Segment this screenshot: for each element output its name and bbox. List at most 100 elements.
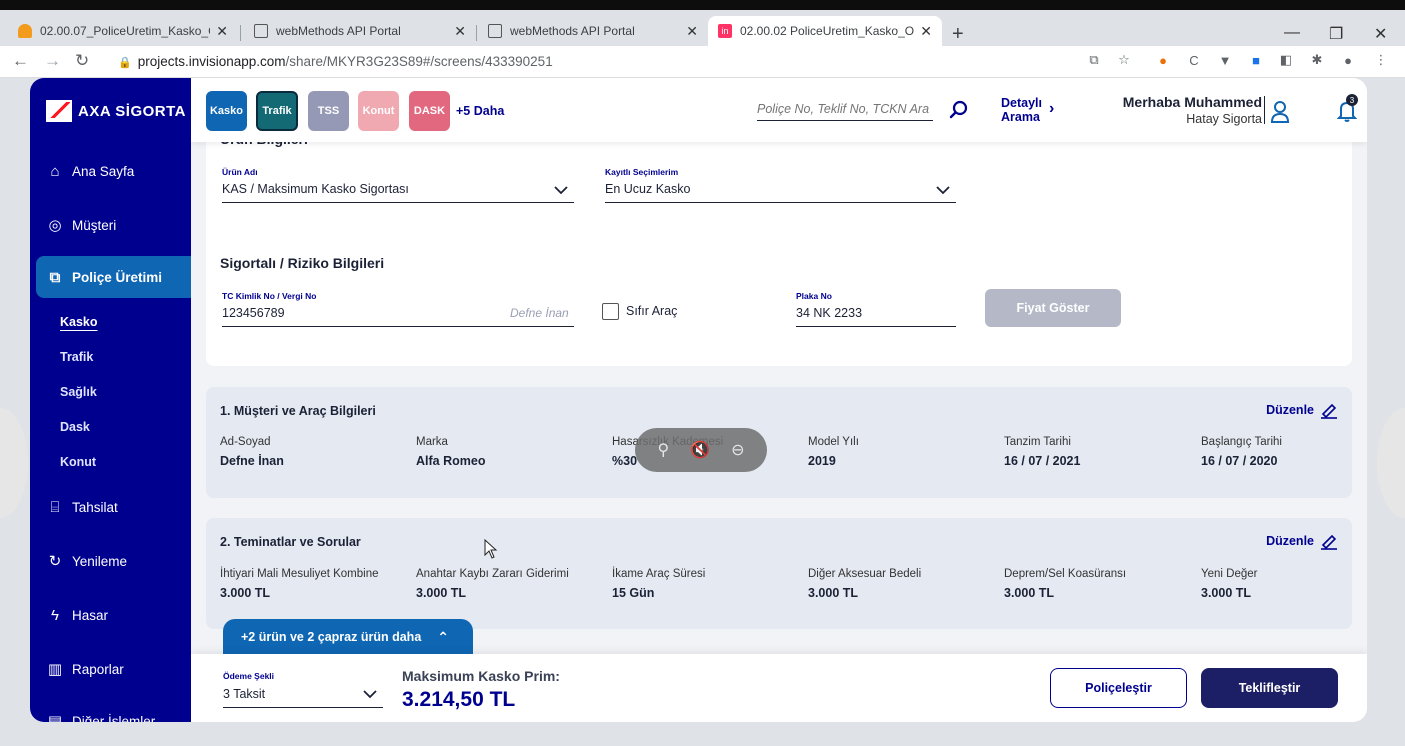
extension-icon[interactable]: ◧ (1278, 52, 1294, 68)
next-screen-edge[interactable] (1377, 408, 1405, 518)
browser-tab-2[interactable]: webMethods API Portal ✕ (244, 16, 476, 46)
puzzle-icon[interactable]: ✱ (1309, 52, 1325, 68)
sidebar-item-yenileme[interactable]: ↻ Yenileme ⌄ (46, 552, 206, 570)
user-icon[interactable] (1270, 100, 1290, 124)
menu-icon[interactable]: ⋮ (1373, 52, 1389, 68)
restore-icon[interactable]: ❐ (1329, 24, 1343, 44)
prev-screen-edge[interactable] (0, 408, 28, 518)
minus-circle-icon[interactable]: ⊖ (731, 440, 744, 460)
product-chip-dask[interactable]: DASK (409, 91, 450, 131)
plaka-input[interactable]: 34 NK 2233 (796, 306, 862, 320)
chevron-down-icon[interactable] (363, 689, 377, 699)
browser-tab-3[interactable]: webMethods API Portal ✕ (478, 16, 708, 46)
chevron-down-icon[interactable] (554, 185, 568, 195)
edit-coverages-button[interactable]: Düzenle (1266, 532, 1338, 550)
minimize-icon[interactable]: — (1284, 24, 1300, 42)
sidebar-item-police-uretimi[interactable]: ⧉ Poliçe Üretimi ⌃ (46, 268, 200, 286)
prototype-toolbar: ⚲ 🔇 ⊖ (635, 428, 767, 472)
star-icon[interactable]: ☆ (1116, 52, 1132, 68)
product-chip-tss[interactable]: TSS (308, 91, 349, 131)
premium-value: 3.214,50 TL (402, 688, 516, 711)
kayitli-select[interactable]: En Ucuz Kasko (605, 182, 690, 196)
odeme-select[interactable]: 3 Taksit (223, 687, 265, 701)
extension-icon[interactable]: C (1186, 52, 1202, 68)
field-ad-soyad: Ad-Soyad Defne İnan (220, 436, 284, 468)
sidebar-subitem-saglik[interactable]: Sağlık (60, 385, 97, 399)
field-underline (222, 202, 574, 203)
coverages-title: 2. Teminatlar ve Sorular (220, 535, 361, 549)
close-icon[interactable]: ✕ (686, 23, 698, 40)
product-card: Ürün Bilgileri Ürün Adı KAS / Maksimum K… (206, 131, 1352, 366)
sidebar-subitem-konut[interactable]: Konut (60, 455, 96, 469)
profile-avatar[interactable]: ● (1340, 52, 1356, 68)
premium-label: Maksimum Kasko Prim: (402, 668, 560, 684)
field-tanzim-tarihi: Tanzim Tarihi 16 / 07 / 2021 (1004, 436, 1081, 468)
chevron-right-icon: › (1049, 100, 1055, 117)
product-chip-kasko[interactable]: Kasko (206, 91, 247, 131)
footer-bar: Ödeme Şekli 3 Taksit Maksimum Kasko Prim… (191, 654, 1367, 722)
extension-icon[interactable]: ▼ (1217, 52, 1233, 68)
mute-icon[interactable]: 🔇 (690, 440, 710, 460)
browser-tabstrip: 02.00.07_PoliceUretim_Kasko_Ge ✕ webMeth… (0, 10, 1405, 46)
policelestir-button[interactable]: Poliçeleştir (1050, 668, 1187, 708)
new-tab-icon[interactable]: + (952, 23, 964, 46)
back-icon[interactable]: ← (12, 51, 29, 71)
search-icon[interactable] (949, 100, 969, 120)
close-icon[interactable]: ✕ (216, 23, 228, 40)
sidebar-item-raporlar[interactable]: ▥ Raporlar ⌄ (46, 660, 206, 678)
reload-icon[interactable]: ↻ (75, 51, 89, 71)
edit-customer-button[interactable]: Düzenle (1266, 401, 1338, 419)
urun-adi-label: Ürün Adı (222, 167, 258, 177)
close-icon[interactable]: ✕ (920, 23, 932, 40)
field-underline (605, 202, 956, 203)
refresh-icon: ↻ (48, 553, 62, 570)
browser-tab-4-active[interactable]: in 02.00.02 PoliceUretim_Kasko_Ozi ✕ (708, 16, 942, 46)
extension-icon[interactable]: ■ (1248, 52, 1264, 68)
browser-tab-1[interactable]: 02.00.07_PoliceUretim_Kasko_Ge ✕ (8, 16, 238, 46)
sidebar-subitem-dask[interactable]: Dask (60, 420, 90, 434)
sidebar-item-tahsilat[interactable]: ⌸ Tahsilat ⌄ (46, 498, 206, 516)
invision-slice-icon (18, 24, 32, 38)
main-content: Kasko Trafik TSS Konut DASK +5 Daha Deta… (191, 78, 1367, 722)
field-anahtar-kaybi: Anahtar Kaybı Zararı Giderimi 3.000 TL (416, 568, 569, 600)
sidebar-subitem-kasko[interactable]: Kasko (60, 315, 98, 329)
close-icon[interactable]: ✕ (454, 23, 466, 40)
extension-icon[interactable]: ● (1155, 52, 1171, 68)
sidebar-item-diger-islemler[interactable]: ▤ Diğer İşlemler ⌄ (46, 712, 206, 722)
url-field[interactable]: 🔒 projects.invisionapp.com/share/MKYR3G23… (118, 54, 553, 69)
divider (1264, 96, 1265, 124)
sidebar-item-ana-sayfa[interactable]: ⌂ Ana Sayfa (46, 162, 206, 180)
sidebar-item-musteri[interactable]: ◎ Müşteri (46, 216, 206, 234)
fiyat-goster-button[interactable]: Fiyat Göster (985, 289, 1121, 327)
bank-icon: ⌸ (50, 498, 60, 516)
sidebar-item-hasar[interactable]: ϟ Hasar ⌄ (46, 606, 206, 624)
odeme-label: Ödeme Şekli (223, 671, 275, 681)
urun-adi-select[interactable]: KAS / Maksimum Kasko Sigortası (222, 182, 409, 196)
pin-icon[interactable]: ⚲ (657, 440, 669, 460)
close-window-icon[interactable]: ✕ (1374, 24, 1387, 44)
detailed-search-link[interactable]: Detaylı Arama › (1001, 96, 1061, 124)
forward-icon[interactable]: → (44, 51, 61, 71)
policy-icon: ⧉ (49, 268, 61, 286)
product-chip-trafik[interactable]: Trafik (256, 91, 298, 131)
field-underline (223, 707, 383, 708)
sidebar-subitem-trafik[interactable]: Trafik (60, 350, 93, 364)
customer-vehicle-panel: 1. Müşteri ve Araç Bilgileri Düzenle Ad-… (206, 387, 1352, 498)
chart-icon: ▥ (47, 661, 63, 678)
tc-input[interactable]: 123456789 (222, 306, 285, 320)
more-products-toggle[interactable]: +2 ürün ve 2 çapraz ürün daha ⌃ (223, 619, 473, 655)
field-aksesuar: Diğer Aksesuar Bedeli 3.000 TL (808, 568, 922, 600)
field-model-yili: Model Yılı 2019 (808, 436, 859, 468)
sifir-arac-label: Sıfır Araç (626, 304, 678, 318)
field-underline (796, 326, 956, 327)
sifir-arac-checkbox[interactable] (602, 303, 619, 320)
chevron-down-icon[interactable] (936, 185, 950, 195)
translate-icon[interactable]: ⧉ (1086, 52, 1102, 68)
search-input[interactable] (757, 102, 933, 121)
product-chip-konut[interactable]: Konut (358, 91, 399, 131)
more-products-link[interactable]: +5 Daha (456, 104, 504, 118)
chevron-up-icon: ⌃ (437, 628, 450, 645)
page-icon (254, 24, 268, 38)
teklif-button[interactable]: Teklifleştir (1201, 668, 1338, 708)
section-title-sigortali: Sigortalı / Riziko Bilgileri (220, 255, 385, 271)
